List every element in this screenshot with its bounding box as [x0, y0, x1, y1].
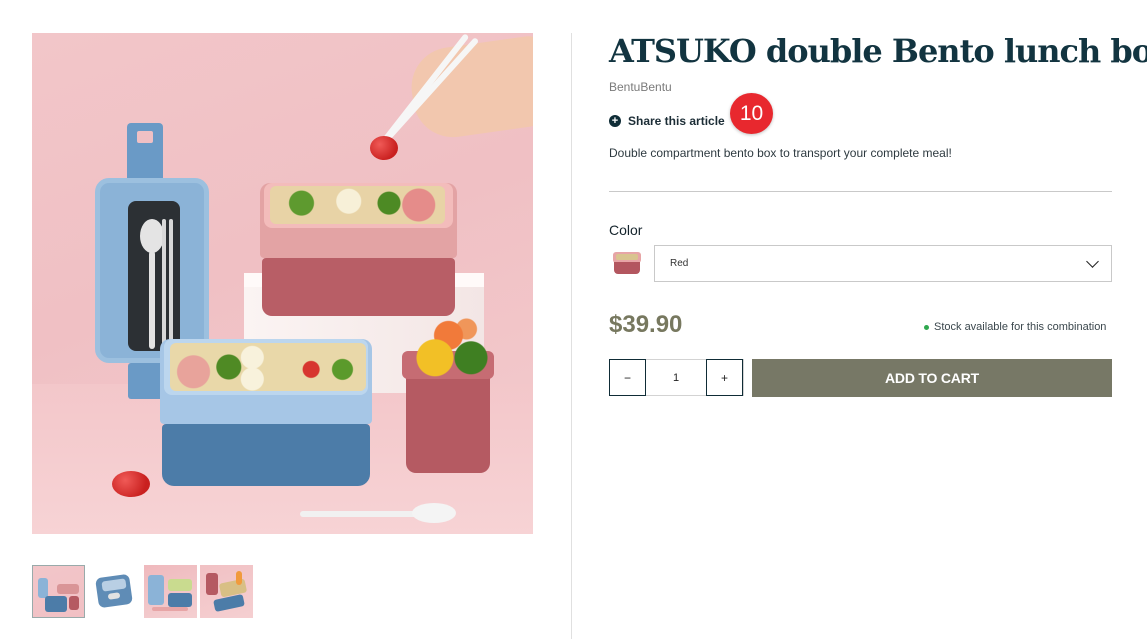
cutlery-chopstick: [169, 219, 173, 349]
plus-circle-icon: +: [609, 115, 621, 127]
quantity-input[interactable]: 1: [646, 360, 706, 395]
quantity-stepper: − 1 +: [609, 359, 744, 396]
share-label: Share this article: [628, 114, 725, 128]
product-title: ATSUKO double Bento lunch box: [609, 32, 1147, 70]
thumbnail-4[interactable]: [200, 565, 253, 618]
white-spoon-handle: [300, 511, 418, 517]
blue-bento-base: [162, 424, 370, 486]
color-select[interactable]: Red: [654, 245, 1112, 282]
blue-bento-food: [170, 343, 366, 391]
snack-cup-food: [408, 313, 498, 377]
color-select-value: Red: [670, 258, 689, 269]
product-price: $39.90: [609, 311, 683, 338]
product-main-image[interactable]: [32, 33, 533, 534]
section-divider: [609, 191, 1112, 192]
pink-bento-food: [270, 186, 445, 224]
share-article-button[interactable]: + Share this article: [609, 114, 725, 128]
tomato: [370, 136, 398, 160]
color-swatch[interactable]: [612, 250, 642, 276]
thumbnail-3[interactable]: [144, 565, 197, 618]
increment-button[interactable]: +: [706, 359, 743, 396]
decrement-button[interactable]: −: [609, 359, 646, 396]
product-description: Double compartment bento box to transpor…: [609, 146, 952, 160]
color-label: Color: [609, 222, 643, 238]
column-divider: [571, 33, 572, 639]
thumbnail-2[interactable]: [88, 565, 141, 618]
chevron-down-icon: [1086, 254, 1099, 268]
stock-dot-icon: [924, 324, 929, 330]
lid-bottom-tab: [128, 363, 164, 399]
lid-tab: [127, 123, 163, 183]
notification-badge: 10: [730, 93, 773, 134]
white-spoon: [412, 503, 456, 523]
add-to-cart-button[interactable]: ADD TO CART: [752, 359, 1112, 397]
tomato: [112, 471, 150, 497]
stock-status: Stock available for this combination: [924, 321, 1106, 333]
stock-status-text: Stock available for this combination: [934, 321, 1107, 333]
cutlery-spoon: [140, 219, 164, 253]
thumbnail-1[interactable]: [32, 565, 85, 618]
product-brand[interactable]: BentuBentu: [609, 80, 672, 94]
cutlery-spoon-handle: [149, 251, 155, 349]
pink-bento-base: [262, 258, 455, 316]
cutlery-chopstick: [162, 219, 166, 349]
